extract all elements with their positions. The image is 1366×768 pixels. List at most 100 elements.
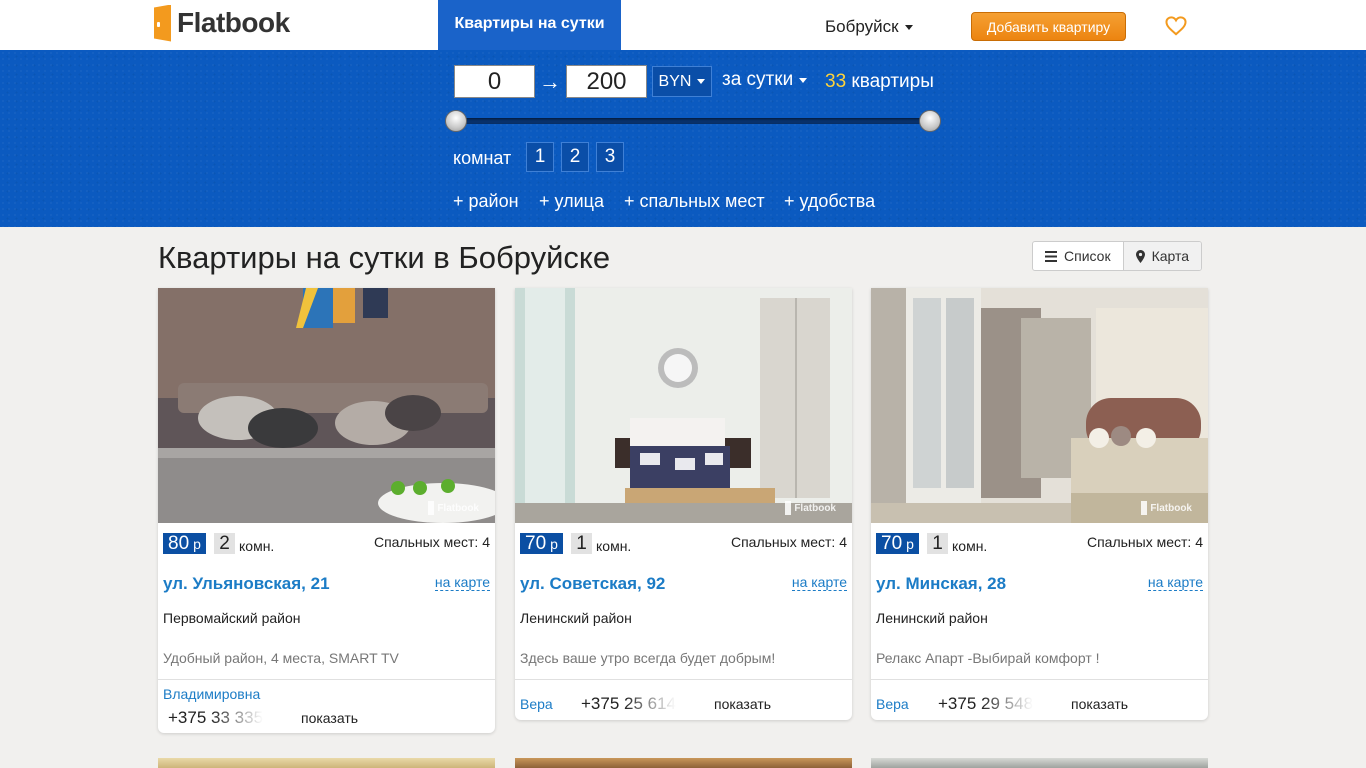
filter-beds-link[interactable]: + спальных мест [624, 191, 765, 212]
show-phone-button[interactable]: показать [714, 696, 771, 712]
price-slider-min-handle[interactable] [445, 110, 467, 132]
on-map-link[interactable]: на карте [1147, 574, 1203, 591]
phone-prefix: +375 [168, 708, 207, 727]
caret-down-icon [799, 77, 808, 83]
results-count: 33 квартиры [825, 71, 934, 93]
rooms-label: комн. [239, 538, 275, 554]
phone-number: +375 29 548 [938, 694, 1034, 714]
listing-photo-partial[interactable] [515, 758, 852, 768]
currency-select[interactable]: BYN [652, 66, 712, 97]
listing-photo[interactable]: Flatbook [871, 288, 1208, 523]
rooms-filter-1[interactable]: 1 [526, 142, 554, 172]
district: Первомайский район [163, 610, 301, 626]
caret-down-icon [697, 79, 706, 84]
rooms-filter-3[interactable]: 3 [596, 142, 624, 172]
price-slider-track[interactable] [456, 118, 930, 124]
header: Flatbook Квартиры на сутки Бобруйск Доба… [0, 0, 1366, 50]
owner-name-link[interactable]: Владимировна [163, 686, 260, 702]
results-count-label: квартиры [851, 71, 934, 92]
rooms-badge: 1 [927, 533, 948, 554]
photo-watermark: Flatbook [785, 501, 836, 515]
phone-prefix: +375 [938, 694, 977, 713]
rooms-label: комн. [952, 538, 988, 554]
listing-photo-partial[interactable] [871, 758, 1208, 768]
nav-tab-daily-rent[interactable]: Квартиры на сутки [438, 0, 621, 50]
phone-hidden-part: 33 335 [211, 708, 264, 727]
view-list-button[interactable]: Список [1033, 242, 1123, 270]
add-apartment-button[interactable]: Добавить квартиру [971, 12, 1126, 41]
list-icon [1045, 250, 1057, 262]
district: Ленинский район [520, 610, 632, 626]
divider [871, 679, 1208, 680]
listing-card[interactable]: Flatbook 70 р 1 комн. Спальных мест: 4 ул… [515, 288, 852, 720]
district: Ленинский район [876, 610, 988, 626]
on-map-link[interactable]: на карте [791, 574, 847, 591]
phone-number: +375 33 335 [168, 708, 264, 728]
rooms-filter-2[interactable]: 2 [561, 142, 589, 172]
page-title: Квартиры на сутки в Бобруйске [158, 240, 611, 275]
filter-panel: 0 → 200 BYN за сутки 33 квартиры комнат … [0, 50, 1366, 227]
map-marker-icon [1135, 249, 1145, 263]
listing-description: Удобный район, 4 места, SMART TV [163, 650, 399, 666]
price-badge: 70 р [876, 533, 919, 554]
listing-card[interactable]: Flatbook 70 р 1 комн. Спальных мест: 4 ул… [871, 288, 1208, 720]
results-count-number: 33 [825, 71, 847, 92]
phone-hidden-part: 29 548 [981, 694, 1034, 713]
filter-amenities-link[interactable]: + удобства [784, 191, 875, 212]
beds-count: Спальных мест: 4 [730, 534, 847, 550]
logo[interactable]: Flatbook [154, 4, 290, 42]
beds-count: Спальных мест: 4 [373, 534, 490, 550]
on-map-link[interactable]: на карте [434, 574, 490, 591]
period-label: за сутки [722, 69, 794, 90]
beds-count: Спальных мест: 4 [1086, 534, 1203, 550]
listing-card[interactable]: Flatbook 80 р 2 комн. Спальных мест: 4 ул… [158, 288, 495, 733]
show-phone-button[interactable]: показать [1071, 696, 1128, 712]
price-badge: 70 р [520, 533, 563, 554]
rooms-label: комн. [596, 538, 632, 554]
phone-prefix: +375 [581, 694, 620, 713]
price-value: 70 [525, 532, 547, 554]
city-select-label: Бобруйск [825, 17, 899, 36]
view-map-button[interactable]: Карта [1122, 242, 1202, 270]
city-select[interactable]: Бобруйск [825, 17, 913, 37]
heart-icon[interactable] [1165, 16, 1187, 36]
price-min-input[interactable]: 0 [454, 65, 535, 98]
currency-label: BYN [658, 72, 692, 90]
caret-down-icon [904, 24, 913, 30]
price-value: 70 [881, 532, 903, 554]
rooms-label: комнат [453, 148, 512, 168]
show-phone-button[interactable]: показать [301, 710, 358, 726]
price-max-input[interactable]: 200 [566, 65, 647, 98]
divider [515, 679, 852, 680]
listing-description: Здесь ваше утро всегда будет добрым! [520, 650, 776, 666]
period-select[interactable]: за сутки [722, 69, 808, 91]
divider [158, 679, 495, 680]
logo-text: Flatbook [177, 7, 290, 38]
rooms-badge: 2 [214, 533, 235, 554]
photo-watermark: Flatbook [1141, 501, 1192, 515]
phone-number: +375 25 614 [581, 694, 677, 714]
price-currency: р [550, 535, 558, 552]
price-value: 80 [168, 532, 190, 554]
price-currency: р [906, 535, 914, 552]
price-slider-max-handle[interactable] [919, 110, 941, 132]
filter-street-link[interactable]: + улица [539, 191, 604, 212]
phone-hidden-part: 25 614 [624, 694, 677, 713]
filter-district-link[interactable]: + район [453, 191, 519, 212]
owner-name-link[interactable]: Вера [876, 696, 909, 712]
door-logo-icon [154, 4, 171, 42]
listing-description: Релакс Апарт -Выбирай комфорт ! [876, 650, 1100, 666]
listing-address-link[interactable]: ул. Советская, 92 [520, 574, 665, 594]
listing-photo[interactable]: Flatbook [158, 288, 495, 523]
owner-name-link[interactable]: Вера [520, 696, 553, 712]
photo-watermark: Flatbook [428, 501, 479, 515]
range-arrow: → [539, 69, 561, 94]
view-map-label: Карта [1151, 248, 1190, 264]
view-list-label: Список [1064, 248, 1111, 264]
listing-address-link[interactable]: ул. Минская, 28 [876, 574, 1006, 594]
rooms-badge: 1 [571, 533, 592, 554]
listing-address-link[interactable]: ул. Ульяновская, 21 [163, 574, 330, 594]
view-toggle: Список Карта [1032, 241, 1203, 271]
listing-photo-partial[interactable] [158, 758, 495, 768]
listing-photo[interactable]: Flatbook [515, 288, 852, 523]
